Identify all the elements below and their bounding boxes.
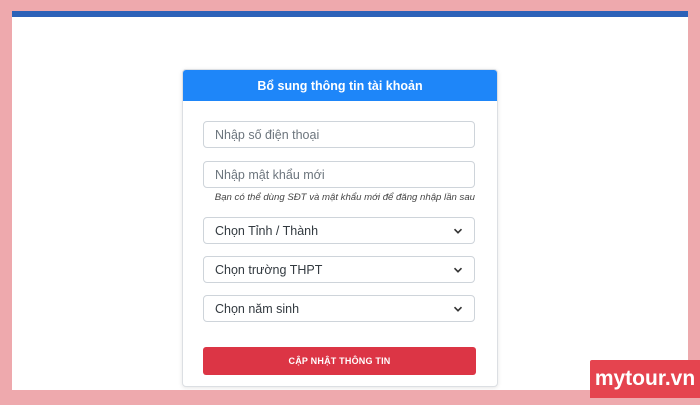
card-header: Bổ sung thông tin tài khoản [183, 70, 497, 101]
chevron-down-icon [453, 306, 463, 312]
top-bar [12, 11, 688, 17]
province-select[interactable]: Chọn Tỉnh / Thành [203, 217, 475, 244]
update-info-button-label: CẬP NHẬT THÔNG TIN [288, 356, 391, 366]
birth-year-select[interactable]: Chọn năm sinh [203, 295, 475, 322]
school-select[interactable]: Chọn trường THPT [203, 256, 475, 283]
password-input[interactable]: Nhập mật khẩu mới [203, 161, 475, 188]
update-info-button[interactable]: CẬP NHẬT THÔNG TIN [203, 347, 476, 375]
password-placeholder: Nhập mật khẩu mới [215, 167, 325, 182]
watermark-text: mytour.vn [594, 367, 696, 390]
login-hint: Bạn có thể dùng SĐT và mật khẩu mới để đ… [214, 192, 475, 203]
page: Bổ sung thông tin tài khoản Nhập số điện… [12, 11, 688, 390]
school-select-label: Chọn trường THPT [215, 262, 323, 277]
card-title: Bổ sung thông tin tài khoản [257, 78, 423, 93]
phone-input[interactable]: Nhập số điện thoại [203, 121, 475, 148]
province-select-label: Chọn Tỉnh / Thành [215, 223, 319, 238]
mytour-watermark: mytour.vn [590, 360, 700, 398]
chevron-down-icon [453, 228, 463, 234]
birth-year-select-label: Chọn năm sinh [215, 301, 300, 316]
account-info-card: Bổ sung thông tin tài khoản Nhập số điện… [182, 69, 498, 387]
phone-placeholder: Nhập số điện thoại [215, 127, 320, 142]
chevron-down-icon [453, 267, 463, 273]
